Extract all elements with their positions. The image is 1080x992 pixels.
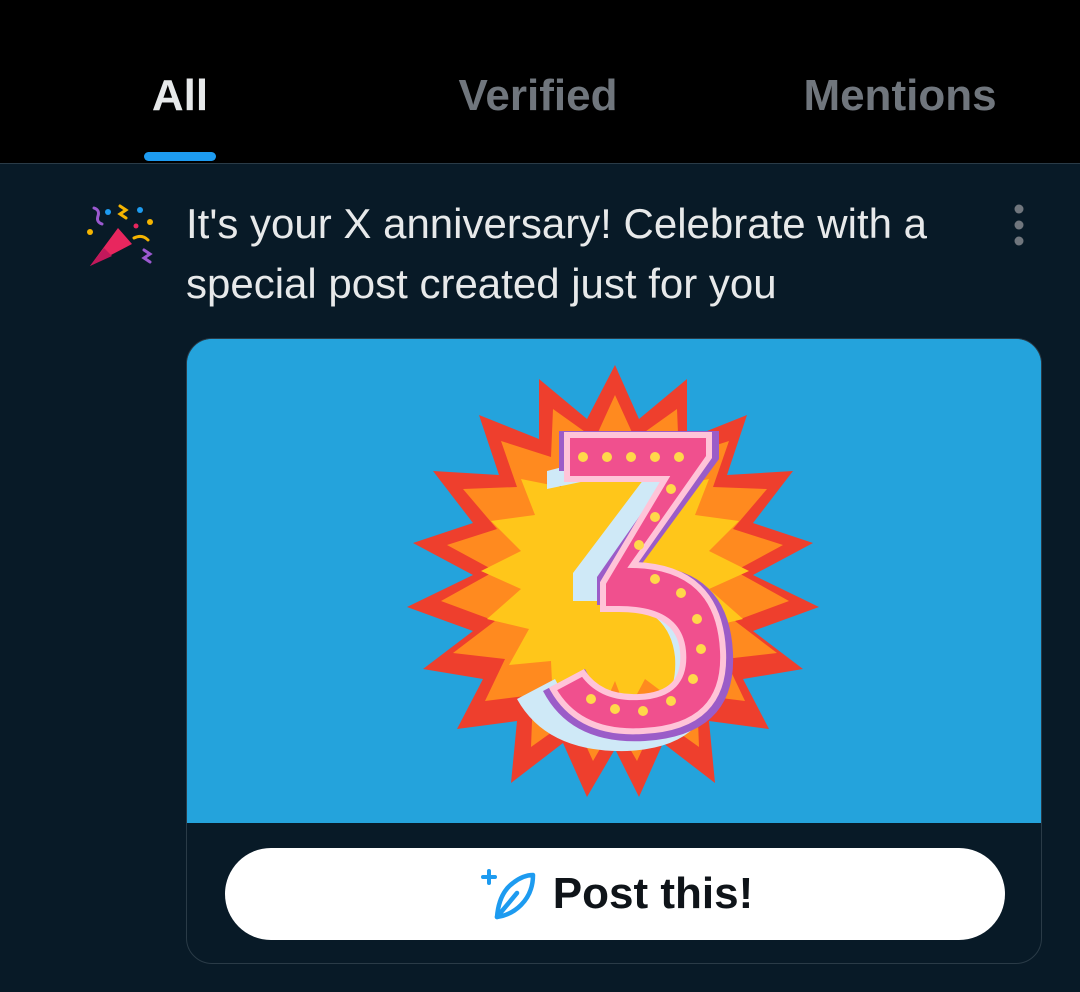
- more-vertical-icon[interactable]: [1004, 204, 1034, 246]
- post-this-button-label: Post this!: [552, 869, 754, 918]
- notification-text: It's your X anniversary! Celebrate with …: [186, 200, 928, 307]
- anniversary-card: Post this!: [186, 338, 1042, 964]
- tab-all[interactable]: All: [120, 66, 240, 126]
- tab-mentions[interactable]: Mentions: [770, 66, 1030, 126]
- tab-verified[interactable]: Verified: [418, 66, 658, 126]
- post-this-button[interactable]: Post this!: [225, 848, 1005, 940]
- anniversary-image: [187, 339, 1041, 823]
- compose-post-icon: [480, 869, 536, 920]
- notifications-tabbar: All Verified Mentions: [0, 0, 1080, 164]
- party-popper-icon: [87, 204, 153, 266]
- active-tab-indicator: [144, 152, 216, 161]
